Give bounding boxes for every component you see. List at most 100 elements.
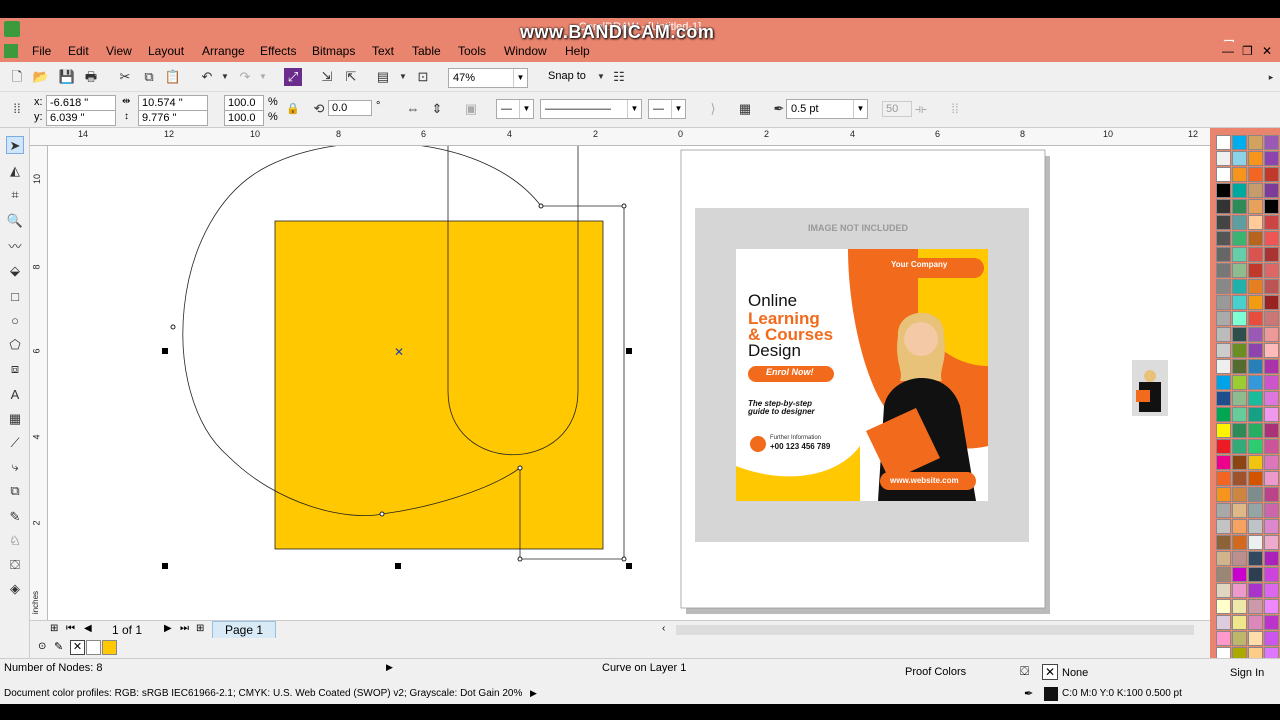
color-swatch[interactable] (1216, 487, 1231, 502)
color-swatch[interactable] (1248, 135, 1263, 150)
color-swatch[interactable] (1232, 487, 1247, 502)
profiles-arrow-icon[interactable]: ▶ (530, 688, 537, 699)
eyedropper-icon[interactable]: ✎ (54, 640, 63, 653)
horizontal-scrollbar[interactable] (676, 625, 1194, 635)
publish-dropdown-icon[interactable]: ▼ (394, 68, 412, 86)
color-swatch[interactable] (1232, 279, 1247, 294)
color-swatch[interactable] (1232, 215, 1247, 230)
wrap-text-icon[interactable]: ▦ (736, 100, 754, 118)
color-swatch[interactable] (1264, 295, 1279, 310)
color-swatch[interactable] (1232, 471, 1247, 486)
color-swatch[interactable] (1248, 391, 1263, 406)
doc-minimize-button[interactable]: — (1222, 44, 1234, 58)
color-swatch[interactable] (1248, 263, 1263, 278)
doc-close-button[interactable]: ✕ (1262, 44, 1272, 58)
color-swatch[interactable] (1248, 295, 1263, 310)
color-swatch[interactable] (1216, 231, 1231, 246)
color-swatch[interactable] (1216, 135, 1231, 150)
color-swatch[interactable] (1216, 167, 1231, 182)
color-swatch[interactable] (1248, 423, 1263, 438)
mirror-vertical-icon[interactable]: ⇕ (428, 100, 446, 118)
open-icon[interactable]: 📂 (32, 68, 50, 86)
color-swatch[interactable] (1232, 231, 1247, 246)
color-swatch[interactable] (1232, 343, 1247, 358)
color-swatch[interactable] (1232, 503, 1247, 518)
color-swatch[interactable] (1248, 519, 1263, 534)
color-swatch[interactable] (1216, 359, 1231, 374)
color-swatch[interactable] (1264, 631, 1279, 646)
color-swatch[interactable] (1232, 151, 1247, 166)
color-swatch[interactable] (1248, 631, 1263, 646)
color-swatch[interactable] (1232, 615, 1247, 630)
color-swatch[interactable] (1232, 167, 1247, 182)
curve-smoothing-field[interactable]: 50 (882, 101, 912, 117)
sign-in-link[interactable]: Sign In (1230, 667, 1264, 679)
object-origin-icon[interactable]: ⁞⁞ (8, 100, 26, 118)
palette-menu-icon[interactable]: ⊙ (38, 641, 46, 652)
color-swatch[interactable] (1248, 247, 1263, 262)
freehand-tool-icon[interactable]: 〰 (6, 238, 24, 256)
color-swatch[interactable] (1216, 327, 1231, 342)
color-swatch[interactable] (1264, 247, 1279, 262)
color-swatch[interactable] (1248, 551, 1263, 566)
outline-tool-icon[interactable]: ♘ (6, 532, 24, 550)
color-swatch[interactable] (1232, 455, 1247, 470)
color-swatch[interactable] (1264, 567, 1279, 582)
menu-window[interactable]: Window (504, 44, 547, 58)
color-swatch[interactable] (1248, 311, 1263, 326)
color-swatch[interactable] (1264, 455, 1279, 470)
color-swatch[interactable] (1216, 567, 1231, 582)
color-swatch[interactable] (1248, 359, 1263, 374)
color-swatch[interactable] (1232, 359, 1247, 374)
color-swatch[interactable] (1216, 615, 1231, 630)
color-swatch[interactable] (1216, 247, 1231, 262)
color-swatch[interactable] (1248, 151, 1263, 166)
color-swatch[interactable] (1216, 343, 1231, 358)
last-page-icon[interactable]: ⏭ (180, 623, 189, 634)
cut-icon[interactable]: ✂ (116, 68, 134, 86)
text-tool-icon[interactable]: A (6, 386, 24, 404)
color-swatch[interactable] (1216, 151, 1231, 166)
proof-colors-button[interactable]: Proof Colors (905, 666, 966, 678)
color-swatch[interactable] (1264, 391, 1279, 406)
menu-file[interactable]: File (32, 44, 51, 58)
color-swatch[interactable] (1232, 135, 1247, 150)
ellipse-tool-icon[interactable]: ○ (6, 312, 24, 330)
menu-table[interactable]: Table (412, 44, 441, 58)
eyedropper-tool-icon[interactable]: ✎ (6, 508, 24, 526)
color-swatch[interactable] (1264, 599, 1279, 614)
search-content-icon[interactable]: ⤢ (284, 68, 302, 86)
print-icon[interactable]: 🖶 (82, 68, 100, 86)
toolbar-options-icon[interactable]: ▸ (1262, 68, 1280, 86)
color-swatch[interactable] (1264, 151, 1279, 166)
status-arrow-icon[interactable]: ▶ (386, 662, 393, 673)
color-profiles[interactable]: Document color profiles: RGB: sRGB IEC61… (4, 688, 522, 699)
color-swatch[interactable] (1232, 391, 1247, 406)
color-swatch[interactable] (1248, 231, 1263, 246)
close-curve-icon[interactable]: ⟩ (704, 100, 722, 118)
color-swatch[interactable] (1232, 183, 1247, 198)
color-swatch[interactable] (1248, 327, 1263, 342)
color-swatch[interactable] (1248, 215, 1263, 230)
menu-layout[interactable]: Layout (148, 44, 184, 58)
color-swatch[interactable] (1264, 503, 1279, 518)
scroll-left-icon[interactable]: ‹ (662, 623, 665, 634)
color-swatch[interactable] (1248, 535, 1263, 550)
yellow-swatch[interactable] (102, 640, 117, 655)
color-swatch[interactable] (1248, 279, 1263, 294)
first-page-icon[interactable]: ⏮ (66, 623, 75, 634)
color-swatch[interactable] (1264, 407, 1279, 422)
color-swatch[interactable] (1248, 439, 1263, 454)
color-swatch[interactable] (1248, 567, 1263, 582)
color-swatch[interactable] (1264, 183, 1279, 198)
color-swatch[interactable] (1216, 295, 1231, 310)
new-icon[interactable]: 🗋 (8, 68, 26, 86)
crop-tool-icon[interactable]: ⌗ (6, 186, 24, 204)
color-swatch[interactable] (1264, 167, 1279, 182)
color-swatch[interactable] (1232, 423, 1247, 438)
object-height-field[interactable]: 9.776 " (138, 110, 208, 126)
color-swatch[interactable] (1216, 599, 1231, 614)
color-swatch[interactable] (1264, 439, 1279, 454)
next-page-icon[interactable]: ▶ (164, 623, 172, 634)
save-icon[interactable]: 💾 (58, 68, 76, 86)
